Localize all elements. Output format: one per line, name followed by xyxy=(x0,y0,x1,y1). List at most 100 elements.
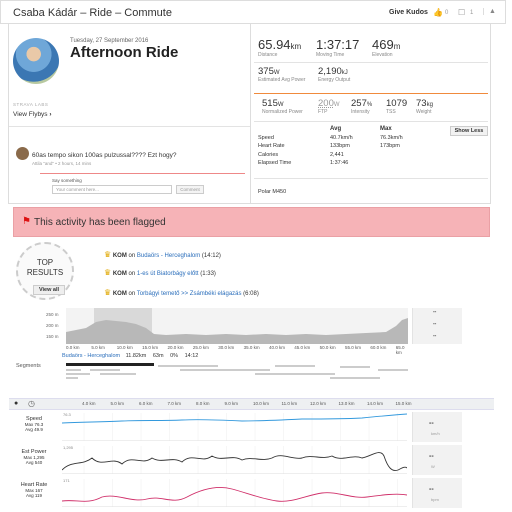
weight-value: 73 xyxy=(416,98,427,109)
achievement-item: ♛ KOM on 1-es út Biatorbágy előtt (1:33) xyxy=(104,268,216,277)
map-pin-icon[interactable]: ● xyxy=(14,400,18,407)
segment-bar[interactable] xyxy=(255,373,335,375)
segment-distance: 11.82km xyxy=(125,353,147,359)
segment-bar[interactable] xyxy=(378,369,408,371)
view-all-button[interactable]: View all xyxy=(33,285,65,295)
segment-bar[interactable] xyxy=(275,365,315,367)
segment-bar[interactable] xyxy=(340,366,370,368)
thumbs-up-icon[interactable]: 👍 xyxy=(433,8,443,17)
np-label: Normalized Power xyxy=(262,109,303,115)
show-less-button[interactable]: Show Less xyxy=(450,126,488,136)
x-tick-label: 40.0 km xyxy=(268,345,285,350)
y-tick-label: 250 m xyxy=(46,312,59,317)
selected-segment-info: Budaörs - Herceghalom 11.82km 63m 0% 14:… xyxy=(62,353,198,359)
segment-link[interactable]: Torbágyi temető >> Zsámbéki elágazás xyxy=(137,291,242,297)
energy-label: Energy Output xyxy=(318,77,351,83)
segment-bar[interactable] xyxy=(180,369,270,371)
segment-bar[interactable] xyxy=(66,377,78,379)
achievement-item: ♛ KOM on Torbágyi temető >> Zsámbéki elá… xyxy=(104,288,259,297)
elevation-unit: m xyxy=(393,42,401,51)
on-text: on xyxy=(128,291,136,297)
segment-name-link[interactable]: Budaörs - Herceghalom xyxy=(62,353,120,359)
row-avg: 2,441 xyxy=(330,151,344,158)
kom-label: KOM xyxy=(112,291,127,297)
view-flybys-link[interactable]: View Flybys › xyxy=(13,111,52,118)
avatar[interactable] xyxy=(13,38,59,84)
segment-time: (14:12) xyxy=(201,253,221,259)
segment-bar[interactable] xyxy=(100,373,136,375)
segment-bar-selected[interactable] xyxy=(66,363,154,366)
row-avg: 40.7km/h xyxy=(330,134,353,141)
comment-meta: Attila "and" • 2 hours, 14 mins xyxy=(32,161,92,166)
collapse-icon[interactable]: ▲ xyxy=(483,8,496,15)
x-tick-label: 9.0 km xyxy=(224,401,239,406)
clock-icon[interactable]: ◷ xyxy=(28,399,35,408)
stream-label: Heart Rate Max 167 Avg 119 xyxy=(12,482,56,498)
stream-avg: Avg 540 xyxy=(25,460,43,465)
elevation-side-panel: -- -- -- xyxy=(412,308,462,344)
table-row: Elapsed Time 1:37:46 xyxy=(258,160,438,169)
device-name: Polar M450 xyxy=(258,189,287,195)
segment-bar[interactable] xyxy=(330,377,380,379)
table-row: Calories 2,441 xyxy=(258,152,438,161)
on-text: on xyxy=(128,271,136,277)
stream-chart[interactable] xyxy=(62,446,407,474)
crown-icon: ♛ xyxy=(104,288,112,297)
segment-bar[interactable] xyxy=(90,369,120,371)
x-tick-label: 10.0 km xyxy=(253,401,270,406)
kudos-count: 0 xyxy=(445,10,449,16)
analysis-x-axis: 4.0 km 5.0 km 6.0 km 7.0 km 8.0 km 9.0 km 10.0… xyxy=(60,400,415,408)
divider xyxy=(254,93,488,94)
comment-text: 60as tempo sikon 100as pulzussal???? Ezt… xyxy=(32,152,177,159)
elevation-profile-chart[interactable] xyxy=(66,308,408,344)
elevation-label: Elevation xyxy=(372,52,393,58)
stats-table: Avg Max Speed 40.7km/h 76.3km/h Heart Rate 1… xyxy=(258,126,438,169)
comment-input[interactable]: Your comment here... xyxy=(52,185,172,194)
x-tick-label: 4.0 km xyxy=(82,401,96,406)
stat-moving-time: 1:37:17 Moving Time xyxy=(316,37,359,58)
comment-icon[interactable]: ☐ xyxy=(458,8,465,17)
stat-weight: 73kg Weight xyxy=(416,98,433,115)
comment-count: 1 xyxy=(470,10,474,16)
say-something-label: Say something xyxy=(52,178,82,183)
row-label: Heart Rate xyxy=(258,143,285,149)
est-power-label: Estimated Avg Power xyxy=(258,77,306,83)
segments-label: Segments xyxy=(16,363,41,369)
x-tick-label: 13.0 km xyxy=(338,401,355,406)
x-tick-label: 35.0 km xyxy=(243,345,260,350)
weight-unit: kg xyxy=(426,102,433,108)
tss-label: TSS xyxy=(386,109,396,115)
chevron-right-icon: › xyxy=(49,111,52,118)
table-row: Speed 40.7km/h 76.3km/h xyxy=(258,135,438,144)
stream-label: Speed Max 76.3 Avg 49.9 xyxy=(12,416,56,432)
row-label: Calories xyxy=(258,151,279,158)
strava-labs-label: STRAVA LABS xyxy=(13,102,49,107)
stream-label: Est Power Max 1,295 Avg 540 xyxy=(12,449,56,465)
stat-ftp[interactable]: 200W FTP xyxy=(318,98,340,115)
crown-icon: ♛ xyxy=(104,268,112,277)
distance-label: Distance xyxy=(258,52,278,58)
give-kudos-button[interactable]: Give Kudos xyxy=(389,9,428,16)
moving-time-value: 1:37:17 xyxy=(316,37,360,52)
ftp-value[interactable]: 200 xyxy=(318,98,334,109)
row-label: Speed xyxy=(258,134,274,141)
segment-link[interactable]: Budaörs - Herceghalom xyxy=(137,253,200,259)
stream-value-panel: -- bpm xyxy=(412,478,462,508)
x-tick-label: 0.0 km xyxy=(66,345,80,350)
comment-button[interactable]: Comment xyxy=(176,185,204,194)
segment-bar[interactable] xyxy=(66,373,90,375)
kom-label: KOM xyxy=(112,271,127,277)
x-tick-label: 12.0 km xyxy=(310,401,327,406)
row-label: Elapsed Time xyxy=(258,160,292,166)
side-value: -- xyxy=(433,333,437,339)
x-tick-label: 15.0 km xyxy=(395,401,412,406)
stream-chart[interactable] xyxy=(62,479,407,507)
segment-link[interactable]: 1-es út Biatorbágy előtt xyxy=(137,271,199,277)
segment-bar[interactable] xyxy=(158,365,218,367)
stream-chart[interactable] xyxy=(62,413,407,441)
activity-header: Csaba Kádár – Ride – Commute Give Kudos … xyxy=(0,0,506,24)
distance-unit: km xyxy=(290,42,302,51)
x-tick-label: 6.0 km xyxy=(139,401,153,406)
commenter-avatar[interactable] xyxy=(16,147,29,160)
segment-bar[interactable] xyxy=(66,369,81,371)
